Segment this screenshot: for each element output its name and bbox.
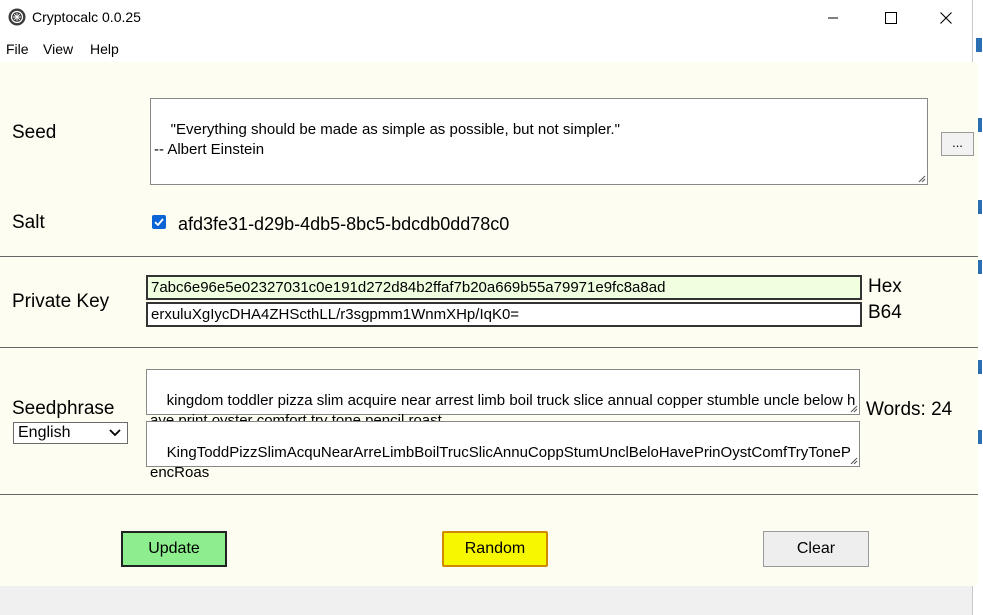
word-count: Words: 24 (866, 399, 953, 420)
hex-label: Hex (868, 276, 902, 297)
menu-view[interactable]: View (43, 41, 73, 57)
menu-file[interactable]: File (6, 41, 29, 57)
close-button[interactable] (920, 0, 972, 36)
app-icon (8, 8, 26, 26)
language-select[interactable]: English (13, 422, 128, 444)
resize-grip-icon[interactable] (848, 403, 858, 413)
menu-bar: File View Help (0, 36, 972, 62)
divider (0, 347, 978, 348)
title-bar: Cryptocalc 0.0.25 (0, 0, 972, 36)
update-button[interactable]: Update (121, 531, 227, 567)
seed-label: Seed (12, 122, 57, 143)
seed-text: "Everything should be made as simple as … (154, 121, 620, 158)
maximize-icon (885, 12, 897, 24)
seedphrase-abbrev-textarea[interactable]: KingToddPizzSlimAcquNearArreLimbBoilTruc… (146, 421, 860, 481)
divider (0, 494, 978, 495)
main-panel: Seed "Everything should be made as simpl… (0, 62, 978, 586)
private-key-hex-value: 7abc6e96e5e02327031c0e191d272d84b2ffaf7b… (151, 279, 666, 296)
minimize-icon (828, 17, 838, 19)
minimize-button[interactable] (804, 0, 862, 36)
random-button[interactable]: Random (442, 531, 548, 567)
menu-help[interactable]: Help (90, 41, 119, 57)
divider (0, 256, 978, 257)
private-key-b64-value: erxuluXgIycDHA4ZHScthLL/r3sgpmm1WnmXHp/I… (151, 306, 520, 323)
salt-value: afd3fe31-d29b-4db5-8bc5-bdcdb0dd78c0 (178, 214, 510, 234)
resize-grip-icon[interactable] (916, 173, 926, 183)
resize-grip-icon[interactable] (848, 455, 858, 465)
private-key-hex-field[interactable]: 7abc6e96e5e02327031c0e191d272d84b2ffaf7b… (146, 275, 862, 300)
b64-label: B64 (868, 302, 902, 323)
private-key-label: Private Key (12, 291, 110, 312)
salt-checkbox[interactable] (152, 215, 166, 229)
seed-textarea[interactable]: "Everything should be made as simple as … (150, 98, 928, 185)
chevron-down-icon (109, 429, 121, 437)
seed-browse-button[interactable]: ... (941, 132, 974, 156)
close-icon (940, 12, 952, 24)
language-selected: English (18, 424, 71, 441)
checkmark-icon (154, 218, 164, 227)
seedphrase-label: Seedphrase (12, 398, 115, 419)
window-title: Cryptocalc 0.0.25 (32, 9, 141, 25)
salt-label: Salt (12, 212, 45, 233)
private-key-b64-field[interactable]: erxuluXgIycDHA4ZHScthLL/r3sgpmm1WnmXHp/I… (146, 302, 862, 327)
window-bottom-edge (0, 586, 972, 615)
maximize-button[interactable] (862, 0, 920, 36)
seedphrase-words-textarea[interactable]: kingdom toddler pizza slim acquire near … (146, 369, 860, 429)
seedphrase-abbreviated: KingToddPizzSlimAcquNearArreLimbBoilTruc… (150, 444, 851, 481)
clear-button[interactable]: Clear (763, 531, 869, 567)
